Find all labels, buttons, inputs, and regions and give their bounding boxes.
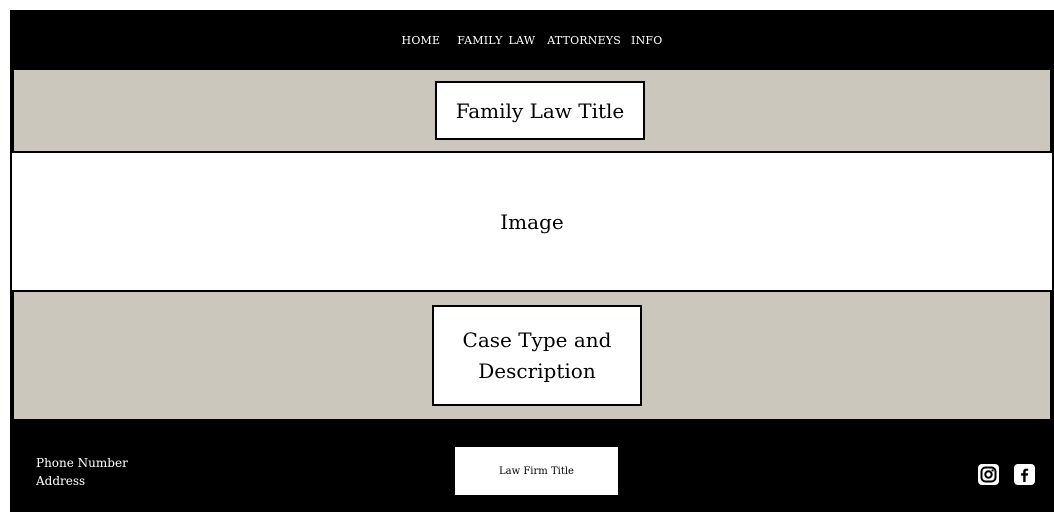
- nav-link-law[interactable]: LAW: [509, 34, 536, 47]
- page: HOME FAMILY LAW ATTORNEYS INFO Family La…: [0, 0, 1054, 512]
- footer-firm-title: Law Firm Title: [453, 447, 618, 495]
- instagram-icon-graphic: [980, 466, 997, 483]
- footer-address: Address: [36, 474, 86, 488]
- nav-link-home[interactable]: HOME: [402, 34, 441, 47]
- case-section: Case Type and Description: [10, 292, 1054, 419]
- top-navigation: HOME FAMILY LAW ATTORNEYS INFO: [10, 10, 1054, 70]
- facebook-icon-graphic: [1021, 468, 1029, 482]
- title-section: Family Law Title: [10, 70, 1054, 151]
- footer: Phone Number Address Law Firm Title: [10, 419, 1054, 512]
- footer-contact: Phone Number Address: [36, 454, 128, 490]
- nav-link-family[interactable]: FAMILY: [457, 34, 502, 47]
- page-title: Family Law Title: [435, 81, 645, 140]
- footer-phone: Phone Number: [36, 456, 128, 470]
- social-links: [978, 464, 1035, 485]
- image-placeholder: Image: [10, 151, 1054, 292]
- instagram-icon[interactable]: [978, 464, 999, 485]
- nav-link-info[interactable]: INFO: [631, 34, 662, 47]
- nav-link-attorneys[interactable]: ATTORNEYS: [547, 34, 621, 47]
- image-placeholder-label: Image: [500, 209, 564, 234]
- case-description-box: Case Type and Description: [432, 305, 642, 406]
- facebook-icon[interactable]: [1014, 464, 1035, 485]
